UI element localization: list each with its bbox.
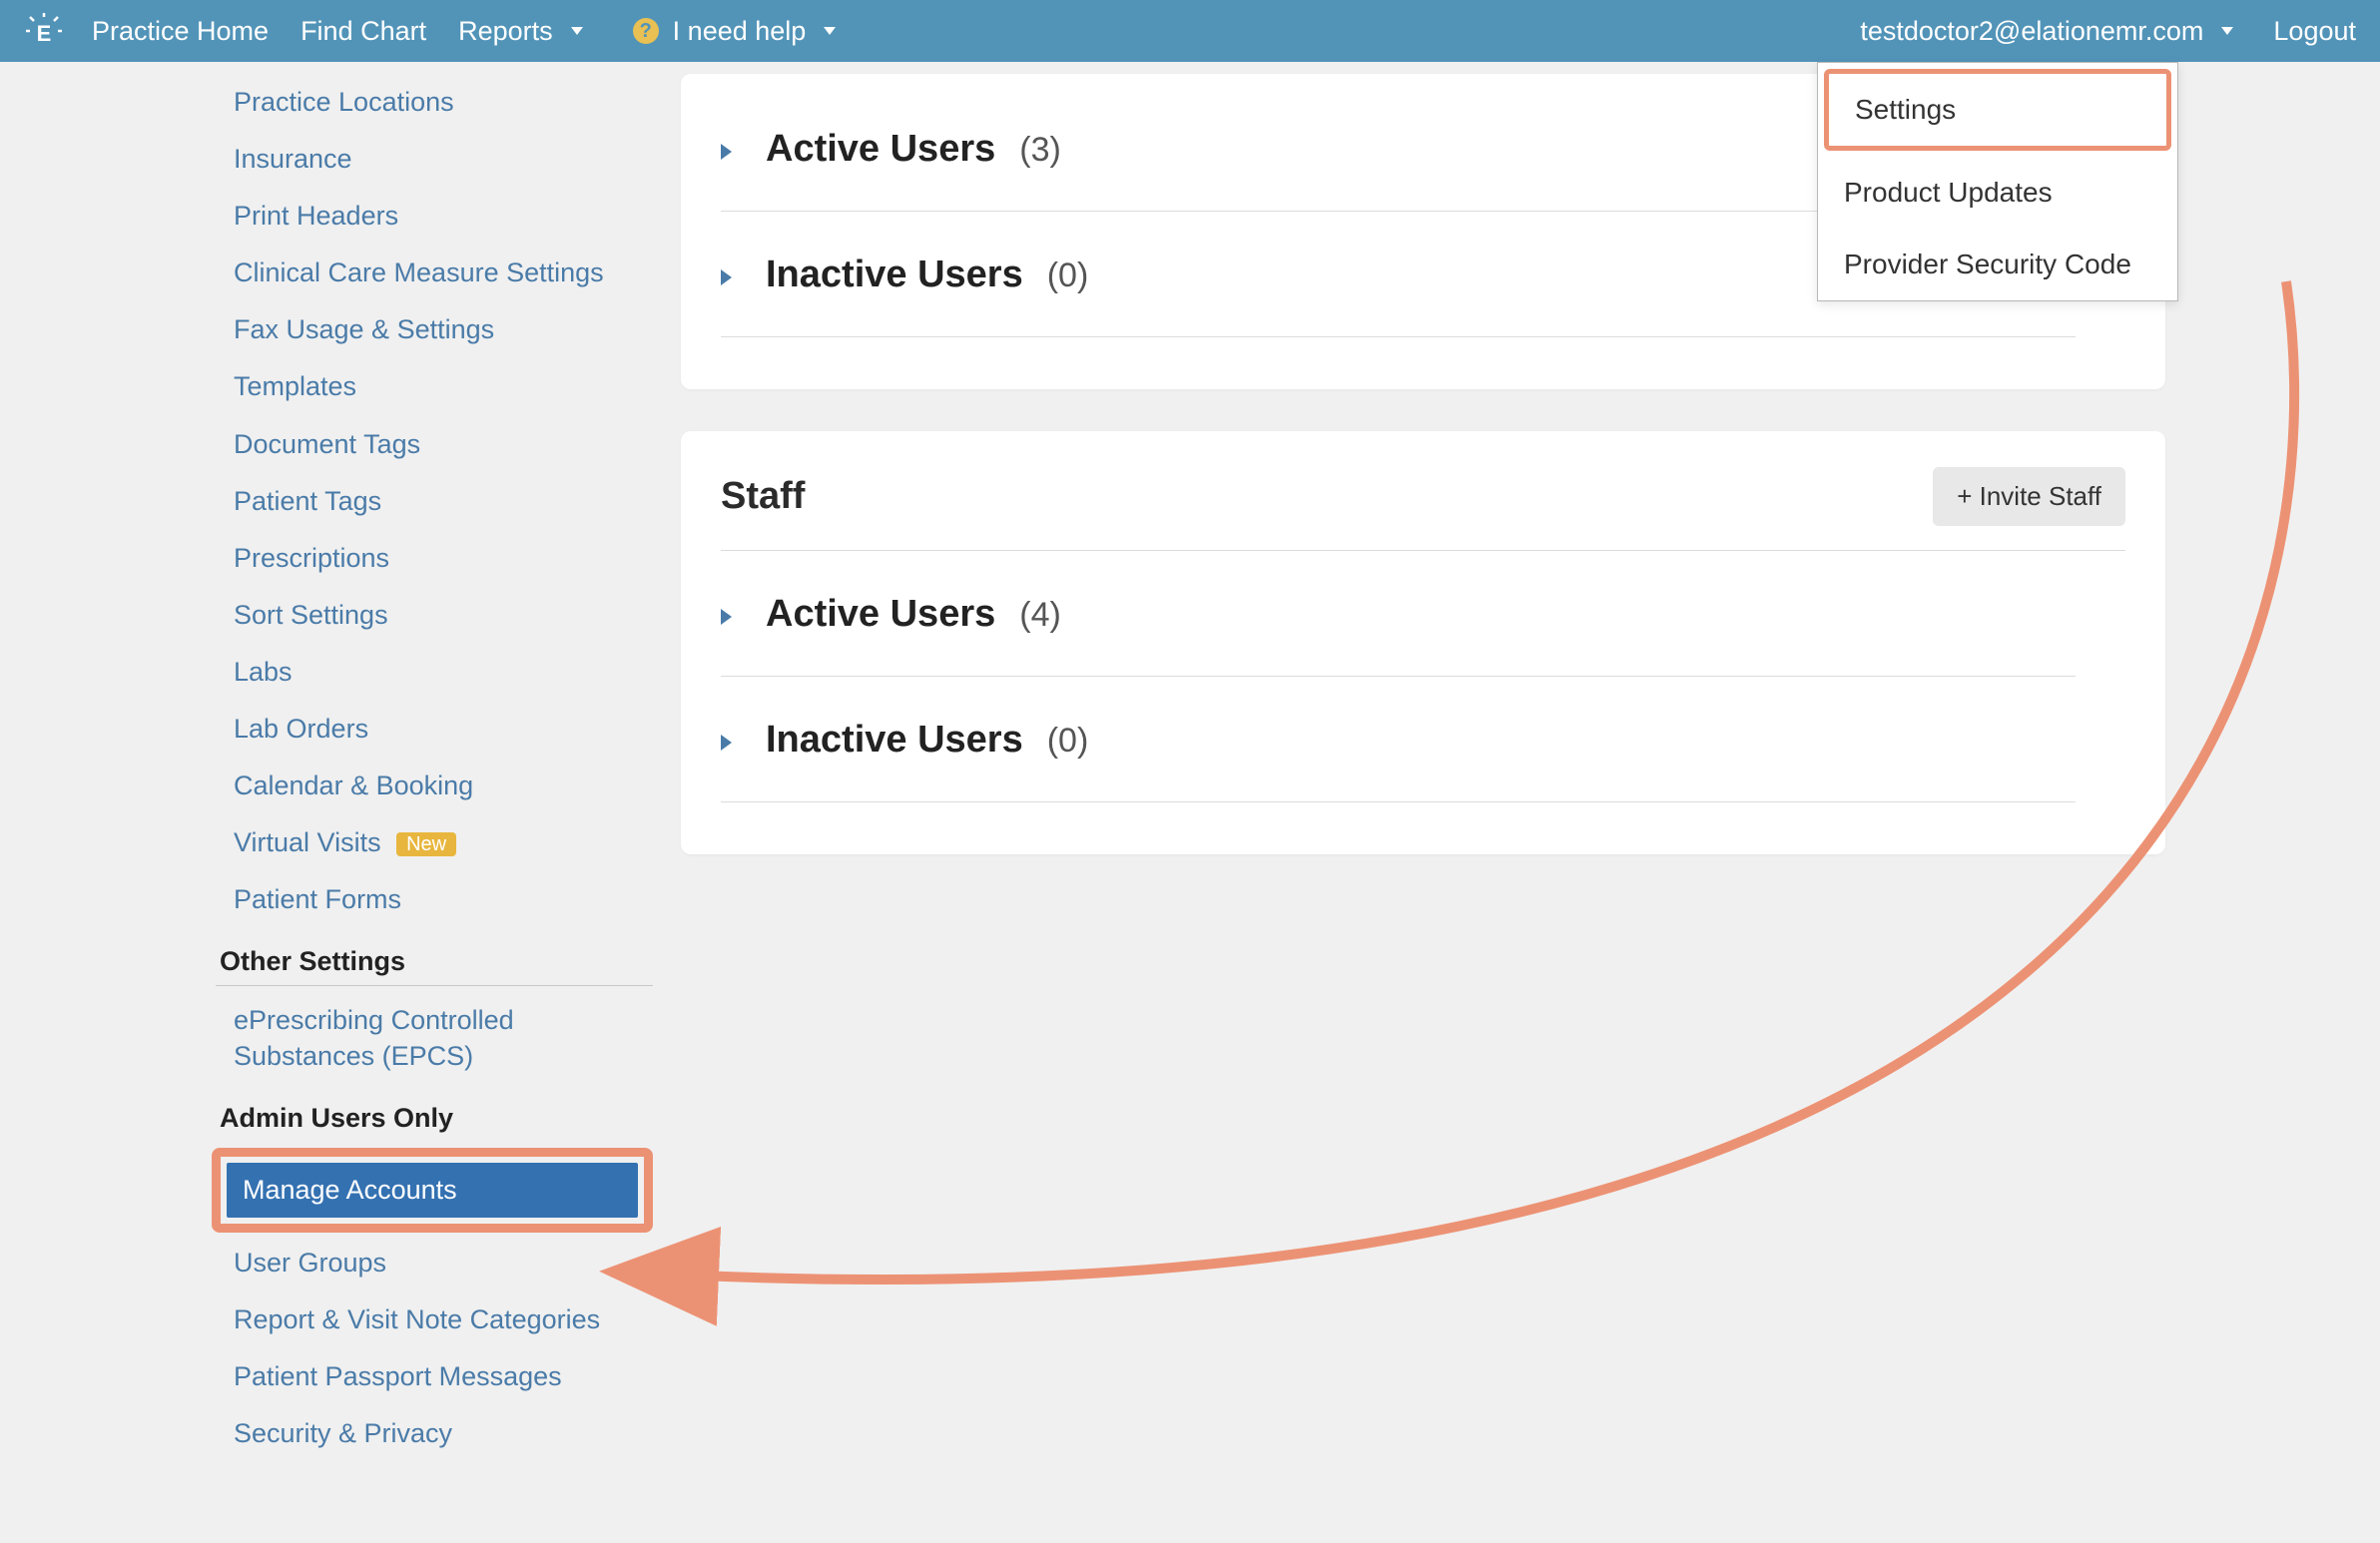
sidebar-item[interactable]: Lab Orders <box>216 701 653 758</box>
caret-right-icon <box>721 609 732 625</box>
caret-right-icon <box>721 269 732 285</box>
user-dropdown: Settings Product Updates Provider Securi… <box>1817 62 2178 301</box>
active-users-label: Active Users <box>766 128 995 171</box>
nav-practice-home[interactable]: Practice Home <box>92 16 269 47</box>
logout-link[interactable]: Logout <box>2273 16 2356 47</box>
sidebar-item[interactable]: Patient Tags <box>216 473 653 530</box>
sidebar-heading-other: Other Settings <box>216 928 653 986</box>
sidebar-epcs[interactable]: ePrescribing Controlled Substances (EPCS… <box>216 992 653 1084</box>
sidebar-virtual-visits-label: Virtual Visits <box>234 827 381 857</box>
sidebar-manage-accounts[interactable]: Manage Accounts <box>227 1163 638 1218</box>
highlight-manage-accounts: Manage Accounts <box>212 1148 653 1233</box>
nav-help-label: I need help <box>673 16 807 47</box>
inactive-users-label: Inactive Users <box>766 254 1023 296</box>
dropdown-provider-security[interactable]: Provider Security Code <box>1818 229 2177 300</box>
topbar: E Practice Home Find Chart Reports ? I n… <box>0 0 2380 62</box>
sidebar-admin-item[interactable]: Report & Visit Note Categories <box>216 1291 653 1348</box>
sidebar-item[interactable]: Print Headers <box>216 188 653 245</box>
staff-active-label: Active Users <box>766 593 995 636</box>
new-badge: New <box>396 832 456 856</box>
active-users-count: (3) <box>1019 131 1061 170</box>
sidebar-item[interactable]: Practice Locations <box>216 74 653 131</box>
sidebar-item[interactable]: Insurance <box>216 131 653 188</box>
sidebar-virtual-visits[interactable]: Virtual Visits New <box>216 814 653 871</box>
staff-inactive-count: (0) <box>1047 722 1089 761</box>
sidebar-heading-admin: Admin Users Only <box>216 1085 653 1142</box>
invite-staff-button[interactable]: + Invite Staff <box>1933 467 2125 526</box>
sidebar-item[interactable]: Templates <box>216 358 653 415</box>
sidebar-item[interactable]: Labs <box>216 644 653 701</box>
dropdown-settings[interactable]: Settings <box>1824 69 2171 151</box>
nav-help[interactable]: ? I need help <box>633 16 837 47</box>
staff-inactive-label: Inactive Users <box>766 719 1023 762</box>
nav-reports[interactable]: Reports <box>458 16 583 47</box>
sidebar-admin-item[interactable]: User Groups <box>216 1235 653 1291</box>
chevron-down-icon <box>2221 27 2233 35</box>
dropdown-product-updates[interactable]: Product Updates <box>1818 157 2177 229</box>
app-logo[interactable]: E <box>24 11 64 51</box>
nav-find-chart[interactable]: Find Chart <box>300 16 426 47</box>
sidebar-item[interactable]: Calendar & Booking <box>216 758 653 814</box>
help-icon: ? <box>633 18 659 44</box>
sidebar-item[interactable]: Clinical Care Measure Settings <box>216 245 653 301</box>
inactive-users-count: (0) <box>1047 257 1089 295</box>
chevron-down-icon <box>824 27 836 35</box>
user-email-menu[interactable]: testdoctor2@elationemr.com <box>1860 16 2233 47</box>
row-staff-inactive[interactable]: Inactive Users (0) <box>681 677 2165 801</box>
sidebar-item[interactable]: Fax Usage & Settings <box>216 301 653 358</box>
staff-title: Staff <box>721 475 805 518</box>
sidebar-item[interactable]: Sort Settings <box>216 587 653 644</box>
user-email: testdoctor2@elationemr.com <box>1860 16 2203 47</box>
svg-text:E: E <box>37 21 52 46</box>
staff-active-count: (4) <box>1019 596 1061 635</box>
sidebar-admin-item[interactable]: Security & Privacy <box>216 1405 653 1462</box>
card-staff: Staff + Invite Staff Active Users (4) In… <box>681 431 2165 854</box>
logo-icon: E <box>26 13 62 49</box>
settings-sidebar: Practice LocationsInsurancePrint Headers… <box>0 74 659 1462</box>
caret-right-icon <box>721 144 732 160</box>
sidebar-admin-item[interactable]: Patient Passport Messages <box>216 1348 653 1405</box>
chevron-down-icon <box>571 27 583 35</box>
sidebar-item[interactable]: Prescriptions <box>216 530 653 587</box>
caret-right-icon <box>721 735 732 751</box>
sidebar-patient-forms[interactable]: Patient Forms <box>216 871 653 928</box>
sidebar-item[interactable]: Document Tags <box>216 416 653 473</box>
nav-reports-label: Reports <box>458 16 553 47</box>
row-staff-active[interactable]: Active Users (4) <box>681 551 2165 676</box>
